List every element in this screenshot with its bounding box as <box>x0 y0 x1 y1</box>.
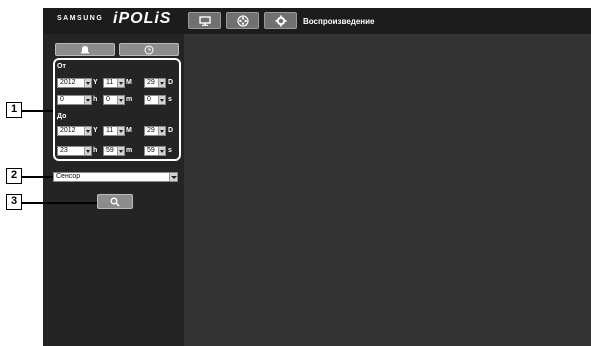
tab-event-search[interactable] <box>55 43 115 56</box>
from-hour-unit: h <box>93 96 98 103</box>
to-hour-select[interactable]: 23 <box>57 146 92 156</box>
film-reel-icon <box>236 14 249 27</box>
monitor-icon <box>198 15 211 26</box>
to-hour-unit: h <box>93 147 98 154</box>
sensor-select[interactable]: Сенсор <box>53 172 178 182</box>
clock-icon <box>144 45 154 54</box>
to-year-select[interactable]: 2012 <box>57 126 92 136</box>
from-minute-unit: m <box>126 96 133 103</box>
from-day-unit: D <box>168 79 174 86</box>
to-day-select[interactable]: 29 <box>144 126 166 136</box>
to-month-select[interactable]: 11 <box>103 126 125 136</box>
from-second-unit: s <box>168 96 172 103</box>
to-month-unit: M <box>126 127 132 134</box>
callout-3-leader <box>22 202 97 204</box>
to-minute-select[interactable]: 59 <box>103 146 125 156</box>
from-label: От <box>57 63 66 70</box>
gear-icon <box>275 15 286 26</box>
settings-button[interactable] <box>264 12 297 29</box>
to-minute-unit: m <box>126 147 133 154</box>
from-second-select[interactable]: 0 <box>144 95 166 105</box>
from-hour-select[interactable]: 0 <box>57 95 92 105</box>
from-year-select[interactable]: 2012 <box>57 78 92 88</box>
alarm-bell-icon <box>81 46 89 54</box>
callout-1-leader <box>22 110 53 112</box>
callout-1: 1 <box>6 102 22 118</box>
to-second-unit: s <box>168 147 172 154</box>
tab-time-search[interactable] <box>119 43 179 56</box>
to-day-unit: D <box>168 127 174 134</box>
callout-3: 3 <box>6 194 22 210</box>
brand-samsung: SAMSUNG <box>57 15 104 22</box>
callout-2-leader <box>22 176 53 178</box>
monitor-button[interactable] <box>188 12 221 29</box>
from-year-unit: Y <box>93 79 98 86</box>
video-area <box>184 34 591 346</box>
brand-ipolis: iPOLiS <box>113 10 172 27</box>
page-title: Воспроизведение <box>303 17 375 26</box>
from-month-unit: M <box>126 79 132 86</box>
search-button[interactable] <box>97 194 133 209</box>
from-month-select[interactable]: 11 <box>103 78 125 88</box>
callout-2: 2 <box>6 168 22 184</box>
to-label: До <box>57 113 67 120</box>
search-icon <box>110 197 120 207</box>
from-minute-select[interactable]: 0 <box>103 95 125 105</box>
to-second-select[interactable]: 59 <box>144 146 166 156</box>
from-day-select[interactable]: 29 <box>144 78 166 88</box>
playback-button[interactable] <box>226 12 259 29</box>
to-year-unit: Y <box>93 127 98 134</box>
